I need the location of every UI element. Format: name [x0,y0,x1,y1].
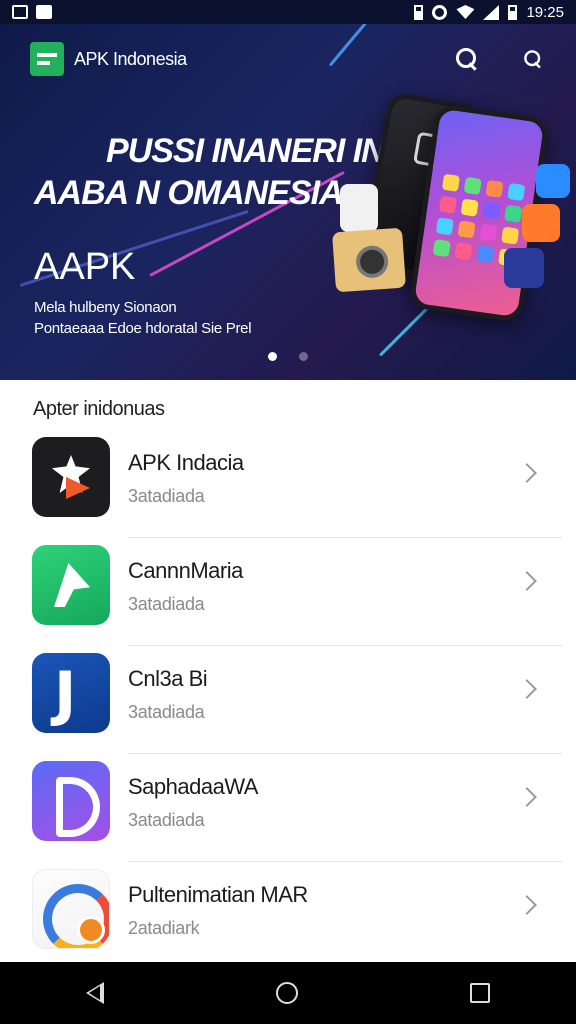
recent-apps-icon[interactable] [470,983,490,1003]
chevron-right-icon [517,787,537,807]
app-icon [32,653,110,733]
app-notification-icon [36,5,52,19]
app-icon [32,869,110,949]
app-subtitle: 2atadiark [128,918,200,938]
chevron-right-icon [517,679,537,699]
carousel-dot-2[interactable] [299,352,308,361]
app-tile-illustration [536,164,570,198]
section-title: Apter inidonuas [33,398,165,420]
app-subtitle: 3atadiada [128,594,205,614]
hero-headline-2: AABA N OMANESIA [34,174,344,212]
app-name: SaphadaaWA [128,774,258,799]
app-list: APK Indacia 3atadiada CannnMaria 3atadia… [0,430,576,970]
vibrate-icon [414,4,424,20]
hero-caption-2: Pontaeaaa Edoe hdoratal Sie Prel [34,320,252,337]
app-subtitle: 3atadiada [128,486,205,506]
app-icon [32,437,110,517]
chevron-right-icon [517,571,537,591]
search-secondary-icon[interactable] [523,49,544,70]
chevron-right-icon [517,463,537,483]
app-bar: APK Indonesia [0,24,576,94]
app-logo-icon [30,42,64,76]
app-name: Pultenimatian MAR [128,882,308,907]
carousel-dot-1[interactable] [268,352,277,361]
home-icon[interactable] [276,982,298,1004]
list-item[interactable]: Cnl3a Bi 3atadiada [0,646,576,754]
status-indicators: 19:25 [414,4,564,21]
status-notifications [12,5,52,19]
app-icon [32,545,110,625]
app-name: Cnl3a Bi [128,666,208,691]
list-item[interactable]: CannnMaria 3atadiada [0,538,576,646]
back-icon[interactable] [86,982,104,1004]
battery-icon [508,4,518,20]
camera-illustration [331,227,407,293]
app-tile-illustration [522,204,560,242]
wifi-icon [456,5,475,19]
app-subtitle: 3atadiada [128,810,205,830]
hero-banner[interactable]: APK Indonesia PUSSI INANERI IN AABA N OM… [0,24,576,380]
app-tile-illustration [340,184,378,232]
hero-title: AAPK [34,246,136,288]
app-tile-illustration [504,248,544,288]
app-icon [32,761,110,841]
hero-caption-1: Mela hulbeny Sionaon [34,299,177,316]
app-name: CannnMaria [128,558,243,583]
app-name: APK Indacia [128,450,244,475]
carousel-indicator[interactable] [0,352,576,361]
hero-headline-1: PUSSI INANERI IN [106,132,386,170]
status-bar: 19:25 [0,0,576,24]
search-icon[interactable] [454,46,480,72]
list-item[interactable]: APK Indacia 3atadiada [0,430,576,538]
do-not-disturb-icon [432,4,448,20]
status-time: 19:25 [526,3,564,21]
signal-icon [483,4,500,20]
list-item[interactable]: Pultenimatian MAR 2atadiark [0,862,576,970]
list-item[interactable]: SaphadaaWA 3atadiada [0,754,576,862]
app-brand: APK Indonesia [74,48,187,69]
app-subtitle: 3atadiada [128,702,205,722]
image-notification-icon [12,5,28,19]
chevron-right-icon [517,895,537,915]
system-nav-bar [0,962,576,1024]
